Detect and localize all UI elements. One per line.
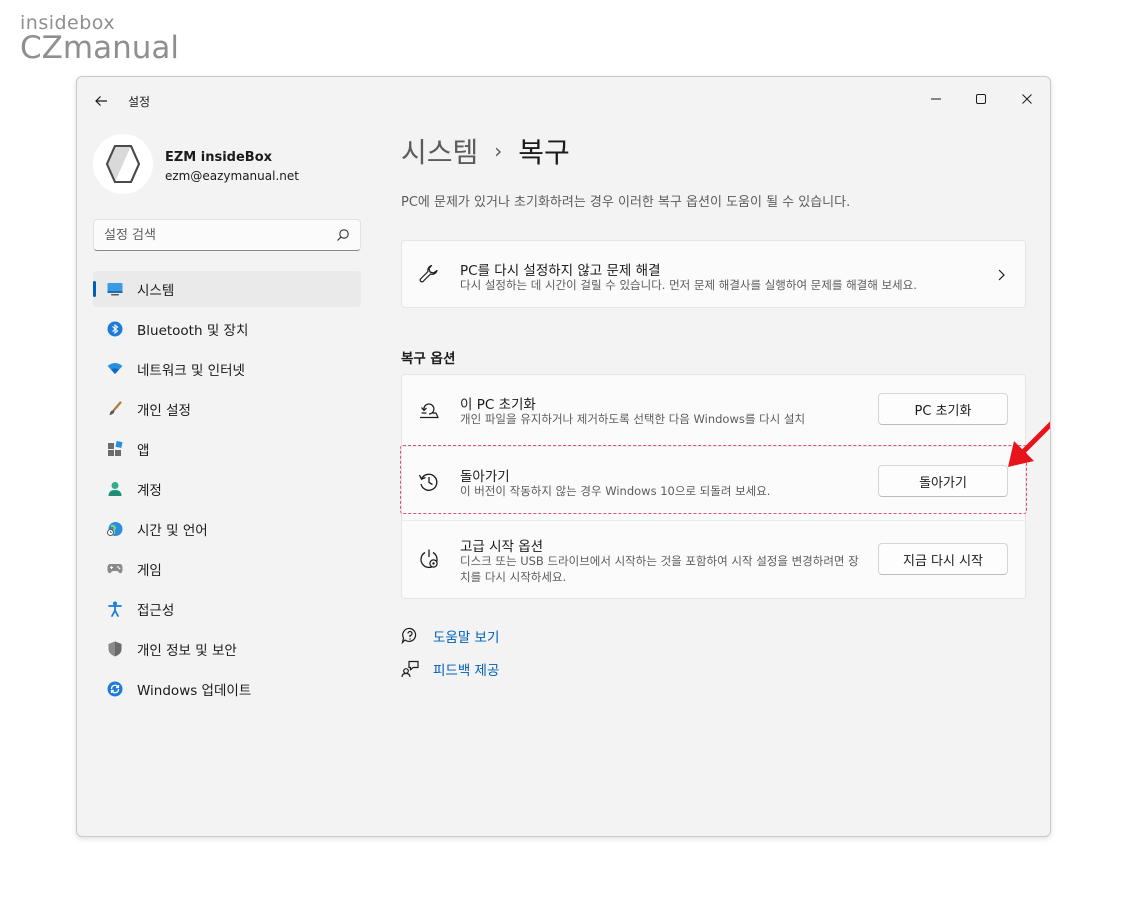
help-icon <box>401 627 419 645</box>
sidebar-item-system[interactable]: 시스템 <box>93 271 361 307</box>
gamepad-icon <box>107 561 123 577</box>
globe-icon <box>107 521 123 537</box>
advanced-startup-title: 고급 시작 옵션 <box>460 539 544 555</box>
maximize-icon <box>976 94 986 104</box>
window-title: 설정 <box>128 95 151 109</box>
avatar-logo-icon <box>105 145 141 183</box>
get-help-label[interactable]: 도움말 보기 <box>433 626 499 646</box>
close-icon <box>1022 94 1032 104</box>
sidebar-item-network[interactable]: 네트워크 및 인터넷 <box>93 351 361 387</box>
title-bar: 설정 <box>77 77 1050 121</box>
sidebar-item-label: 게임 <box>137 563 162 579</box>
sidebar-item-label: Windows 업데이트 <box>137 683 252 699</box>
history-icon <box>418 471 440 493</box>
update-icon <box>107 681 123 697</box>
back-button[interactable] <box>89 89 113 113</box>
troubleshoot-card[interactable]: PC를 다시 설정하지 않고 문제 해결 다시 설정하는 데 시간이 걸릴 수 … <box>401 240 1026 308</box>
settings-window: 설정 EZM insideBox ezm@eazymanual.net 설정 검… <box>76 76 1051 837</box>
sidebar-item-personalization[interactable]: 개인 설정 <box>93 391 361 427</box>
sidebar-nav: 시스템 Bluetooth 및 장치 네트워크 및 인터넷 개인 설정 앱 계정… <box>93 271 361 711</box>
sidebar-item-label: 앱 <box>137 443 150 459</box>
sidebar-item-label: 계정 <box>137 483 162 499</box>
close-button[interactable] <box>1004 83 1050 115</box>
brush-icon <box>107 401 123 417</box>
recovery-options-header: 복구 옵션 <box>401 351 456 367</box>
reset-pc-title: 이 PC 초기화 <box>460 397 536 413</box>
troubleshoot-title: PC를 다시 설정하지 않고 문제 해결 <box>460 263 661 279</box>
page-title: 복구 <box>518 136 570 169</box>
reset-pc-row: 이 PC 초기화 개인 파일을 유지하거나 제거하도록 선택한 다음 Windo… <box>402 375 1025 449</box>
get-help-link[interactable]: 도움말 보기 <box>401 626 499 646</box>
avatar <box>93 134 153 194</box>
reset-pc-subtitle: 개인 파일을 유지하거나 제거하도록 선택한 다음 Windows를 다시 설치 <box>460 412 806 426</box>
wifi-icon <box>107 361 123 377</box>
breadcrumb-parent[interactable]: 시스템 <box>401 131 478 171</box>
sidebar-item-accessibility[interactable]: 접근성 <box>93 591 361 627</box>
system-icon <box>107 281 123 297</box>
search-icon[interactable] <box>336 228 350 242</box>
sidebar-item-label: 개인 설정 <box>137 403 191 419</box>
advanced-startup-icon <box>418 548 440 570</box>
search-box[interactable] <box>93 219 361 251</box>
recovery-options-group: 이 PC 초기화 개인 파일을 유지하거나 제거하도록 선택한 다음 Windo… <box>401 374 1026 599</box>
reset-pc-button[interactable]: PC 초기화 <box>878 393 1008 425</box>
profile-email: ezm@eazymanual.net <box>165 169 299 183</box>
reset-pc-icon <box>418 399 440 421</box>
watermark-logo: insidebox CZmanual <box>20 12 179 64</box>
sidebar-item-label: Bluetooth 및 장치 <box>137 323 249 339</box>
sidebar-item-label: 접근성 <box>137 603 175 619</box>
sidebar-item-label: 개인 정보 및 보안 <box>137 643 237 659</box>
give-feedback-label[interactable]: 피드백 제공 <box>433 659 499 679</box>
sidebar-item-apps[interactable]: 앱 <box>93 431 361 467</box>
sidebar-item-gaming[interactable]: 게임 <box>93 551 361 587</box>
chevron-right-icon <box>998 269 1005 281</box>
breadcrumb: 시스템 › 복구 <box>401 131 570 171</box>
go-back-subtitle: 이 버전이 작동하지 않는 경우 Windows 10으로 되돌려 보세요. <box>460 484 771 498</box>
sidebar-item-time-language[interactable]: 시간 및 언어 <box>93 511 361 547</box>
minimize-icon <box>931 98 941 100</box>
go-back-row: 돌아가기 이 버전이 작동하지 않는 경우 Windows 10으로 되돌려 보… <box>402 449 1025 523</box>
red-arrow-icon <box>1008 421 1050 467</box>
accessibility-icon <box>107 601 123 617</box>
advanced-startup-subtitle: 디스크 또는 USB 드라이브에서 시작하는 것을 포함하여 시작 설정을 변경… <box>460 554 859 584</box>
sidebar-item-bluetooth[interactable]: Bluetooth 및 장치 <box>93 311 361 347</box>
sidebar-item-label: 시스템 <box>137 283 175 299</box>
sidebar-item-label: 네트워크 및 인터넷 <box>137 363 245 379</box>
divider <box>402 446 1025 447</box>
sidebar-item-label: 시간 및 언어 <box>137 523 208 539</box>
go-back-button[interactable]: 돌아가기 <box>878 465 1008 497</box>
minimize-button[interactable] <box>913 83 959 115</box>
advanced-startup-row: 고급 시작 옵션 디스크 또는 USB 드라이브에서 시작하는 것을 포함하여 … <box>402 523 1025 599</box>
account-icon <box>107 481 123 497</box>
feedback-icon <box>401 660 419 678</box>
sidebar-item-windows-update[interactable]: Windows 업데이트 <box>93 671 361 707</box>
troubleshoot-subtitle: 다시 설정하는 데 시간이 걸릴 수 있습니다. 먼저 문제 해결사를 실행하여… <box>460 278 917 292</box>
sidebar-item-accounts[interactable]: 계정 <box>93 471 361 507</box>
watermark-bottom-text: CZmanual <box>20 30 179 66</box>
restart-now-button[interactable]: 지금 다시 시작 <box>878 543 1008 575</box>
back-arrow-icon <box>95 96 107 106</box>
page-description: PC에 문제가 있거나 초기화하려는 경우 이러한 복구 옵션이 도움이 될 수… <box>401 195 851 210</box>
apps-icon <box>107 441 123 457</box>
search-input[interactable] <box>104 226 324 244</box>
sidebar-item-privacy[interactable]: 개인 정보 및 보안 <box>93 631 361 667</box>
maximize-button[interactable] <box>958 83 1004 115</box>
divider <box>402 520 1025 521</box>
profile-name: EZM insideBox <box>165 150 273 165</box>
wrench-icon <box>418 264 440 286</box>
shield-icon <box>107 641 123 657</box>
bluetooth-icon <box>107 321 123 337</box>
go-back-title: 돌아가기 <box>460 469 510 485</box>
breadcrumb-separator: › <box>494 139 503 163</box>
give-feedback-link[interactable]: 피드백 제공 <box>401 659 499 679</box>
